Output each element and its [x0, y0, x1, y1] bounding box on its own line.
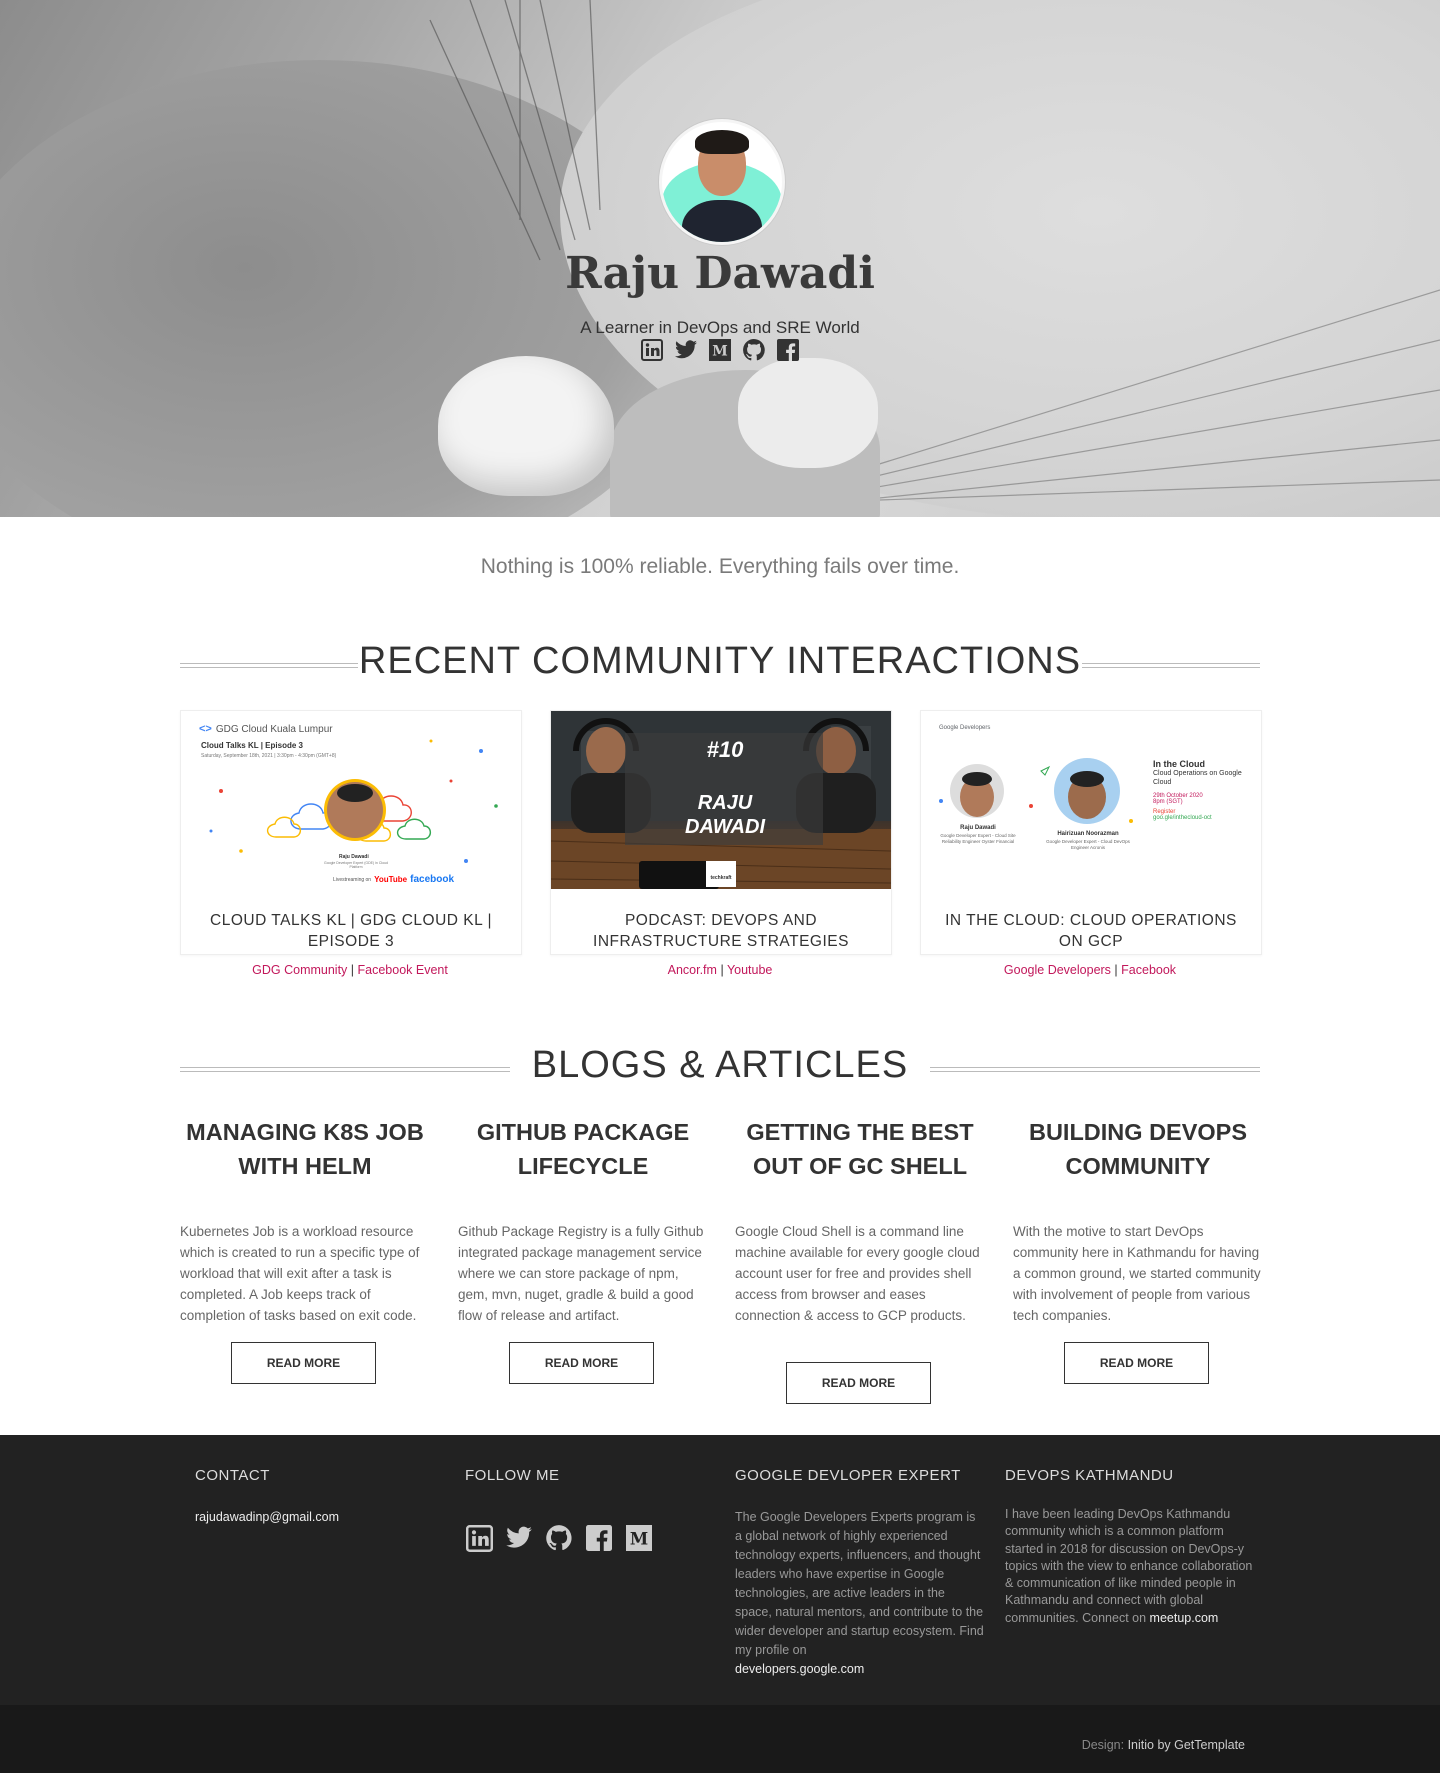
thumb-event-time: 8pm (SGT): [1153, 799, 1183, 805]
twitter-icon[interactable]: [505, 1524, 533, 1552]
link-youtube[interactable]: Youtube: [727, 963, 772, 977]
techkraft-logo: techkraft: [710, 875, 732, 881]
blogs-section-heading: BLOGS & ARTICLES: [180, 1044, 1260, 1094]
footer-follow: FOLLOW ME M: [465, 1467, 715, 1552]
link-google-developers[interactable]: Google Developers: [1004, 963, 1111, 977]
card-title[interactable]: CLOUD TALKS KL | GDG CLOUD KL | EPISODE …: [201, 910, 501, 952]
footer-gde-text: The Google Developers Experts program is…: [735, 1510, 984, 1657]
github-icon[interactable]: [545, 1524, 573, 1552]
blog-post: MANAGING K8S JOB WITH HELM Kubernetes Jo…: [180, 1115, 430, 1326]
blog-excerpt: Kubernetes Job is a workload resource wh…: [180, 1224, 420, 1323]
card-links: Ancor.fm | Youtube: [550, 963, 890, 977]
meetup-link[interactable]: meetup.com: [1150, 1611, 1219, 1625]
read-more-button[interactable]: READ MORE: [509, 1342, 654, 1384]
section-title: BLOGS & ARTICLES: [531, 1044, 909, 1086]
footer-heading: GOOGLE DEVLOPER EXPERT: [735, 1467, 961, 1484]
thumb-role: Google Developer Expert (GDE) in Cloud P…: [323, 861, 388, 869]
footer-heading: DEVOPS KATHMANDU: [1005, 1467, 1174, 1484]
link-ancor[interactable]: Ancor.fm: [668, 963, 717, 977]
read-more-button[interactable]: READ MORE: [231, 1342, 376, 1384]
blog-title[interactable]: GETTING THE BEST OUT OF GC SHELL: [735, 1115, 985, 1183]
quote: Nothing is 100% reliable. Everything fai…: [480, 555, 960, 578]
community-section-heading: RECENT COMMUNITY INTERACTIONS: [180, 640, 1260, 690]
page-title: Raju Dawadi: [565, 248, 875, 299]
blog-title[interactable]: MANAGING K8S JOB WITH HELM: [180, 1115, 430, 1183]
footer-devops-text: I have been leading DevOps Kathmandu com…: [1005, 1507, 1253, 1625]
thumb-speaker2-role: Google Developer Expert - Cloud DevOps E…: [1046, 839, 1130, 850]
blog-excerpt: Github Package Registry is a fully Githu…: [458, 1224, 704, 1323]
thumb-name-line2: DAWADI: [685, 816, 765, 838]
credit-link[interactable]: Initio by GetTemplate: [1128, 1738, 1245, 1752]
community-card[interactable]: Google Developers Raju Dawadi Google Dev…: [920, 710, 1262, 955]
facebook-icon[interactable]: [776, 338, 800, 362]
thumb-name-line1: RAJU: [697, 792, 753, 814]
card-thumbnail: #10 RAJU DAWADI techkraft: [551, 711, 891, 889]
link-separator: |: [720, 963, 724, 977]
blog-post: BUILDING DEVOPS COMMUNITY With the motiv…: [1013, 1115, 1263, 1326]
tagline: A Learner in DevOps and SRE World: [580, 318, 860, 337]
thumb-register-url: goo.gle/inthecloud-oct: [1153, 815, 1212, 821]
medium-icon[interactable]: M: [708, 338, 732, 362]
blog-excerpt: With the motive to start DevOps communit…: [1013, 1224, 1261, 1323]
email-link[interactable]: rajudawadinp@gmail.com: [195, 1510, 339, 1524]
github-icon[interactable]: [742, 338, 766, 362]
facebook-icon[interactable]: [585, 1524, 613, 1552]
helmet: [438, 356, 614, 496]
footer-gde: GOOGLE DEVLOPER EXPERT The Google Develo…: [735, 1467, 985, 1679]
hero-social-links: M: [640, 338, 800, 364]
link-separator: |: [350, 963, 355, 977]
twitter-icon[interactable]: [674, 338, 698, 362]
card-links: GDG Community | Facebook Event: [180, 963, 520, 977]
community-card[interactable]: #10 RAJU DAWADI techkraft PODCAST: DEVOP…: [550, 710, 892, 955]
youtube-icon: YouTube: [374, 875, 408, 884]
episode-number: #10: [706, 737, 744, 762]
thumb-speaker2-name: Hairizuan Noorazman: [1057, 831, 1119, 837]
thumb-speaker1-role: Google Developer Expert - Cloud Site Rel…: [940, 833, 1016, 844]
community-card[interactable]: <> GDG Cloud Kuala Lumpur Cloud Talks KL…: [180, 710, 522, 955]
footer-devops: DEVOPS KATHMANDU I have been leading Dev…: [1005, 1467, 1255, 1627]
svg-text:M: M: [712, 344, 728, 360]
blog-title[interactable]: BUILDING DEVOPS COMMUNITY: [1013, 1115, 1263, 1183]
link-gdg-community[interactable]: GDG Community: [252, 963, 347, 977]
footer-heading: FOLLOW ME: [465, 1467, 560, 1484]
avatar: [659, 119, 785, 245]
medium-icon[interactable]: M: [625, 1524, 653, 1552]
card-thumbnail: <> GDG Cloud Kuala Lumpur Cloud Talks KL…: [181, 711, 521, 889]
linkedin-icon[interactable]: [465, 1524, 493, 1552]
read-more-button[interactable]: READ MORE: [786, 1362, 931, 1404]
credit-label: Design:: [1081, 1738, 1125, 1752]
developers-google-link[interactable]: developers.google.com: [735, 1662, 864, 1676]
card-thumbnail: Google Developers Raju Dawadi Google Dev…: [921, 711, 1261, 889]
facebook-wordmark: facebook: [410, 874, 455, 885]
linkedin-icon[interactable]: [640, 338, 664, 362]
blog-post: GETTING THE BEST OUT OF GC SHELL Google …: [735, 1115, 985, 1326]
thumb-event-sub: Cloud Operations on Google Cloud: [1153, 770, 1242, 786]
design-credit: Design: Initio by GetTemplate: [1082, 1738, 1245, 1752]
link-facebook-event[interactable]: Facebook Event: [358, 963, 448, 977]
footer-heading: CONTACT: [195, 1467, 270, 1484]
glove: [738, 358, 878, 468]
thumb-stream: Livestreaming on: [333, 876, 372, 883]
blog-title[interactable]: GITHUB PACKAGE LIFECYCLE: [458, 1115, 708, 1183]
link-separator: |: [1114, 963, 1118, 977]
blog-post: GITHUB PACKAGE LIFECYCLE Github Package …: [458, 1115, 708, 1326]
card-title[interactable]: PODCAST: DEVOPS AND INFRASTRUCTURE STRAT…: [571, 910, 871, 952]
thumb-person: Raju Dawadi: [339, 854, 369, 860]
footer-contact: CONTACT rajudawadinp@gmail.com: [195, 1467, 445, 1527]
section-title: RECENT COMMUNITY INTERACTIONS: [358, 640, 1082, 682]
blog-excerpt: Google Cloud Shell is a command line mac…: [735, 1224, 980, 1323]
svg-text:M: M: [630, 1529, 648, 1549]
thumb-event-title: In the Cloud: [1153, 759, 1205, 769]
read-more-button[interactable]: READ MORE: [1064, 1342, 1209, 1384]
card-links: Google Developers | Facebook: [920, 963, 1260, 977]
thumb-speaker1-name: Raju Dawadi: [960, 825, 996, 831]
link-facebook[interactable]: Facebook: [1121, 963, 1176, 977]
card-title[interactable]: IN THE CLOUD: CLOUD OPERATIONS ON GCP: [941, 910, 1241, 952]
